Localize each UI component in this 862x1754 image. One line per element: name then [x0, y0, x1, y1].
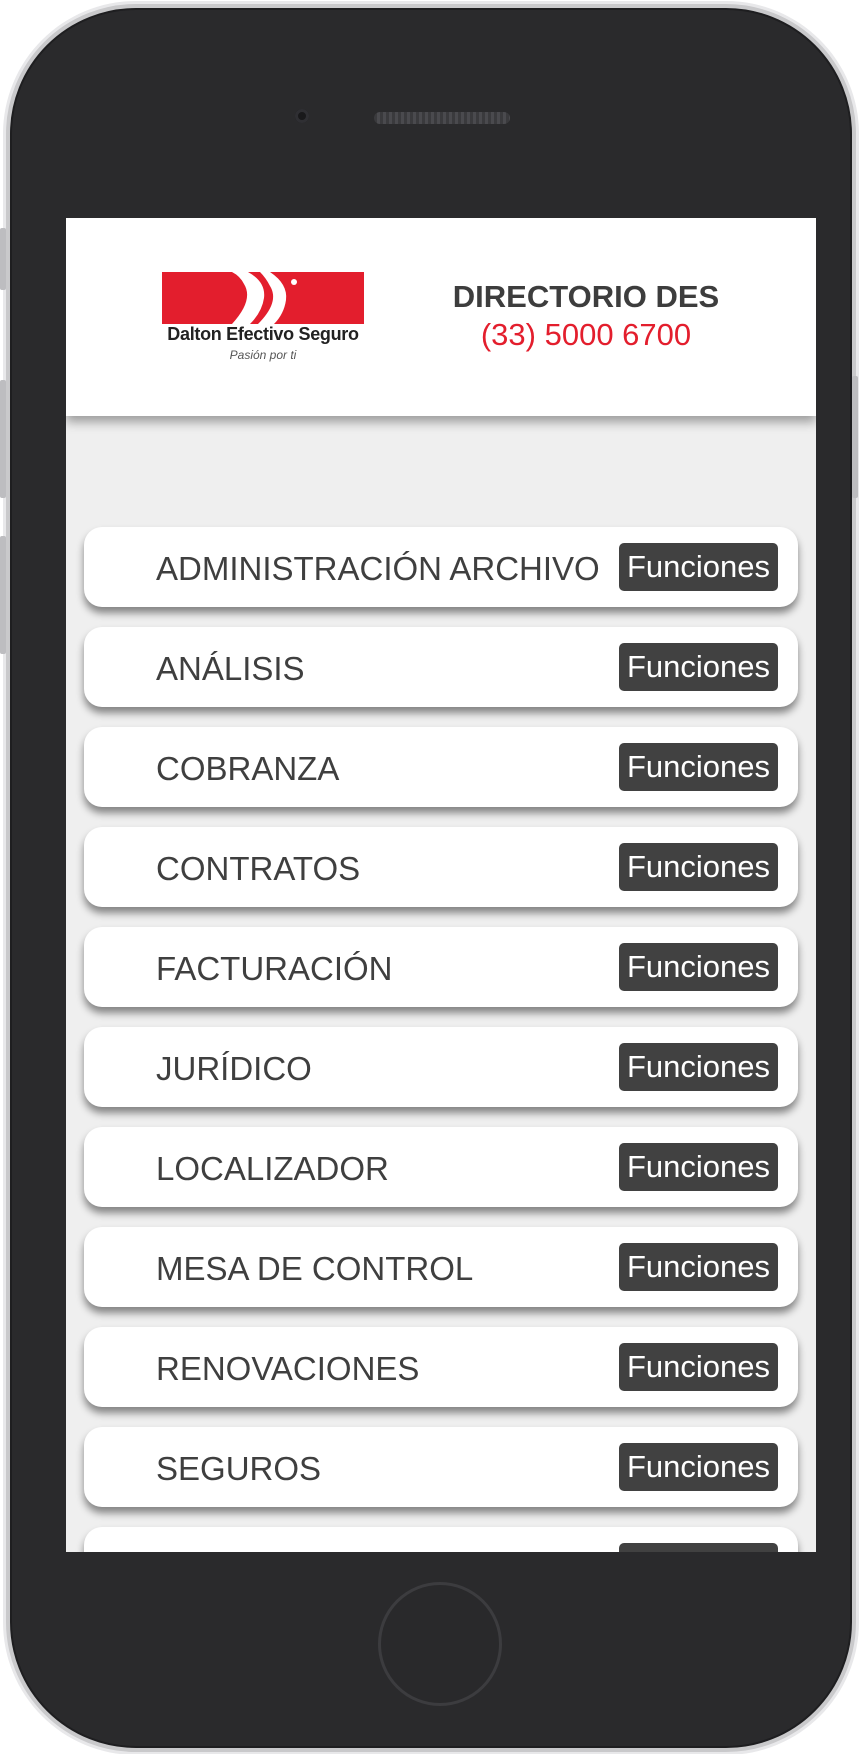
department-label: CONTRATOS	[156, 850, 361, 887]
department-row[interactable]: SEGUROS Funciones	[84, 1427, 798, 1507]
department-row[interactable]: FACTURACIÓN Funciones	[84, 927, 798, 1007]
department-label: JURÍDICO	[156, 1050, 312, 1087]
department-row[interactable]: CONTRATOS Funciones	[84, 827, 798, 907]
department-row[interactable]: RENOVACIONES Funciones	[84, 1327, 798, 1407]
directory-title: DIRECTORIO DES	[452, 279, 720, 314]
camera-icon	[295, 109, 309, 123]
phone-frame: Dalton Efectivo Seguro Pasión por ti DIR…	[6, 4, 856, 1752]
department-label: ADMINISTRACIÓN ARCHIVO	[156, 550, 600, 587]
home-button[interactable]	[378, 1582, 502, 1706]
directory-phone-link[interactable]: (33) 5000 6700	[436, 316, 736, 354]
department-row[interactable]: ANÁLISIS Funciones	[84, 627, 798, 707]
mute-switch	[0, 228, 6, 290]
funciones-button[interactable]: Funciones	[618, 743, 778, 791]
department-label: FACTURACIÓN	[156, 950, 393, 987]
dalton-logo: Dalton Efectivo Seguro Pasión por ti	[162, 272, 364, 368]
department-label: MESA DE CONTROL	[156, 1250, 474, 1287]
funciones-button[interactable]: Funciones	[618, 1243, 778, 1291]
department-label: RENOVACIONES	[156, 1350, 420, 1387]
funciones-button[interactable]: Funciones	[618, 1343, 778, 1391]
volume-up-button	[0, 380, 6, 498]
department-list: ADMINISTRACIÓN ARCHIVO Funciones ANÁLISIS F…	[84, 527, 798, 1552]
funciones-button[interactable]: Funciones	[618, 1443, 778, 1491]
department-row[interactable]: COBRANZA Funciones	[84, 727, 798, 807]
app-header: Dalton Efectivo Seguro Pasión por ti DIR…	[66, 218, 816, 416]
funciones-button[interactable]: Funciones	[618, 843, 778, 891]
app-screen: Dalton Efectivo Seguro Pasión por ti DIR…	[66, 218, 816, 1552]
funciones-button[interactable]: Funciones	[618, 1143, 778, 1191]
department-label: COBRANZA	[156, 750, 340, 787]
volume-down-button	[0, 536, 6, 654]
funciones-button[interactable]: Funciones	[618, 643, 778, 691]
directory-block: DIRECTORIO DES (33) 5000 6700	[436, 278, 736, 354]
logo-brand-text: Dalton Efectivo Seguro	[167, 324, 359, 344]
department-label: ANÁLISIS	[156, 650, 305, 687]
department-row[interactable]: ADMINISTRACIÓN ARCHIVO Funciones	[84, 527, 798, 607]
department-label: SEGUROS	[156, 1450, 322, 1487]
power-button	[852, 376, 858, 498]
department-row[interactable]: MESA DE CONTROL Funciones	[84, 1227, 798, 1307]
logo-road-icon	[232, 272, 297, 324]
logo-tagline: Pasión por ti	[229, 348, 297, 362]
funciones-button[interactable]: Funciones	[618, 1043, 778, 1091]
department-row[interactable]: Funciones	[84, 1527, 798, 1552]
department-row[interactable]: JURÍDICO Funciones	[84, 1027, 798, 1107]
funciones-button[interactable]: Funciones	[618, 1543, 778, 1552]
funciones-button[interactable]: Funciones	[618, 943, 778, 991]
logo-red-block	[162, 272, 364, 324]
department-label: LOCALIZADOR	[156, 1150, 389, 1187]
funciones-button[interactable]: Funciones	[618, 543, 778, 591]
speaker-grille	[374, 112, 510, 124]
department-row[interactable]: LOCALIZADOR Funciones	[84, 1127, 798, 1207]
